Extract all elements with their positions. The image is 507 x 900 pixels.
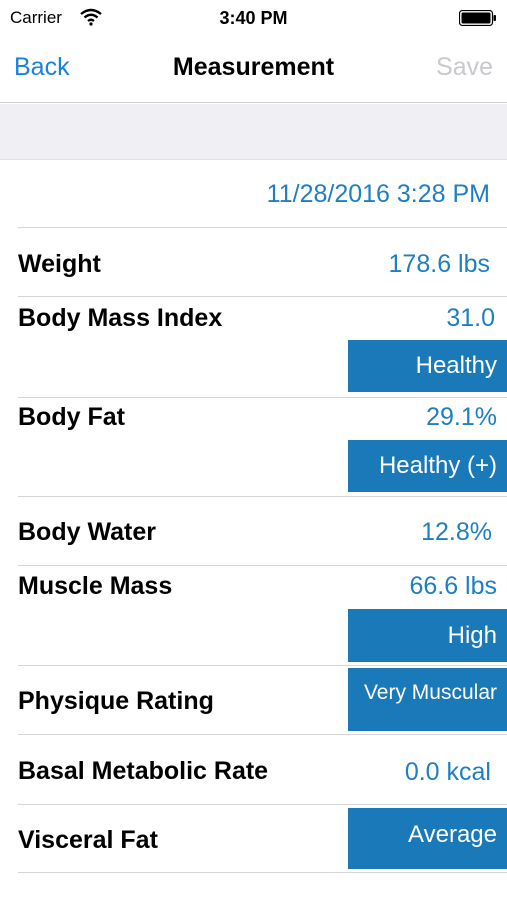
divider — [18, 227, 507, 228]
physique-rating-label: Physique Rating — [18, 687, 214, 715]
body-fat-value: 29.1% — [426, 403, 497, 431]
save-button[interactable]: Save — [436, 53, 493, 82]
body-fat-status-badge: Healthy (+) — [348, 440, 507, 492]
muscle-mass-value: 66.6 lbs — [409, 572, 497, 600]
bmr-label: Basal Metabolic Rate — [18, 757, 269, 785]
bmi-status-badge: Healthy — [348, 340, 507, 392]
bmi-value: 31.0 — [446, 304, 495, 332]
visceral-fat-badge: Average — [348, 808, 507, 869]
navigation-bar: Back Measurement Save — [0, 36, 507, 103]
section-header — [0, 104, 507, 160]
battery-icon — [459, 10, 496, 26]
visceral-fat-label: Visceral Fat — [18, 826, 158, 854]
body-fat-label: Body Fat — [18, 403, 125, 431]
bmr-value: 0.0 kcal — [404, 758, 491, 786]
divider — [18, 804, 507, 805]
status-bar: Carrier 3:40 PM — [0, 0, 507, 36]
bmi-label: Body Mass Index — [18, 304, 223, 332]
divider — [18, 296, 507, 297]
divider — [18, 872, 507, 873]
muscle-mass-label: Muscle Mass — [18, 572, 173, 600]
physique-rating-badge: Very Muscular — [348, 668, 507, 731]
weight-value: 178.6 lbs — [388, 250, 490, 278]
page-title: Measurement — [172, 53, 335, 81]
measurement-date[interactable]: 11/28/2016 3:28 PM — [267, 180, 490, 209]
status-time: 3:40 PM — [219, 8, 288, 28]
muscle-mass-status-badge: High — [348, 609, 507, 662]
body-water-label: Body Water — [18, 518, 156, 546]
date-row[interactable]: 11/28/2016 3:28 PM — [0, 160, 507, 228]
divider — [18, 397, 507, 398]
divider — [18, 665, 507, 666]
divider — [18, 565, 507, 566]
divider — [18, 734, 507, 735]
body-water-value: 12.8% — [421, 518, 492, 546]
weight-label: Weight — [18, 250, 101, 278]
divider — [18, 496, 507, 497]
